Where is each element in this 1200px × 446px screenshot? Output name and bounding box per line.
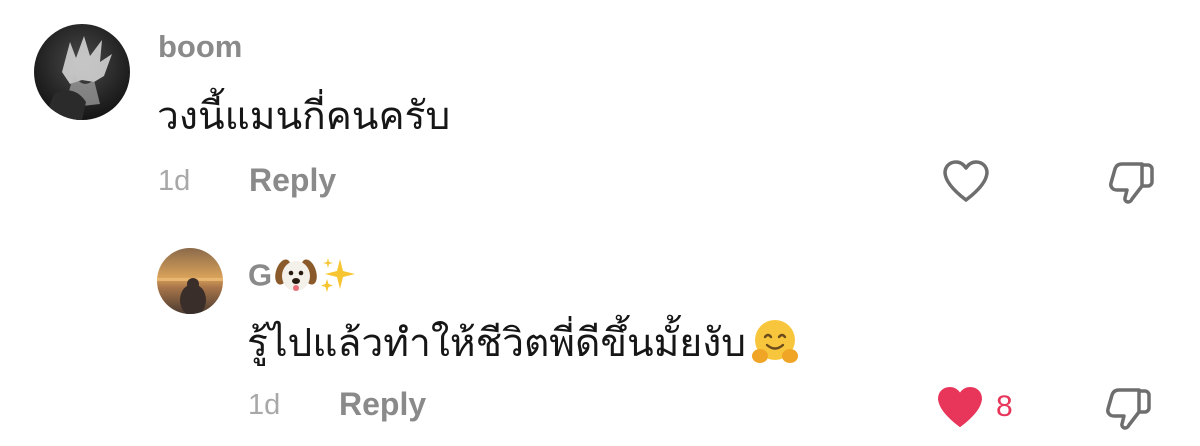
dog-face-emoji [274,255,318,300]
dislike-icon [1108,158,1158,204]
like-button[interactable] [941,158,991,204]
timestamp: 1d [248,389,281,421]
username[interactable]: boom [158,31,242,62]
sparkles-emoji [318,255,358,300]
username-text: G [248,257,273,293]
dislike-button[interactable] [1105,384,1155,430]
avatar[interactable] [157,248,223,314]
dislike-icon [1105,384,1155,430]
dislike-button[interactable] [1108,158,1158,204]
heart-icon [941,158,991,204]
like-button[interactable] [935,384,985,430]
hugging-face-emoji [750,318,800,373]
username[interactable]: G [248,255,358,300]
comment-text: วงนี้แมนกี่คนครับ [157,94,451,139]
reply-button[interactable]: Reply [249,164,336,196]
heart-icon [935,384,985,430]
comment-text: รู้ไปแล้วทำให้ชีวิตพี่ดีขึ้นมั้ยงับ [247,318,800,373]
like-count: 8 [996,390,1013,423]
avatar[interactable] [34,24,130,120]
comment-text-content: รู้ไปแล้วทำให้ชีวิตพี่ดีขึ้นมั้ยงับ [247,321,747,366]
timestamp: 1d [158,165,191,197]
reply-button[interactable]: Reply [339,388,426,420]
